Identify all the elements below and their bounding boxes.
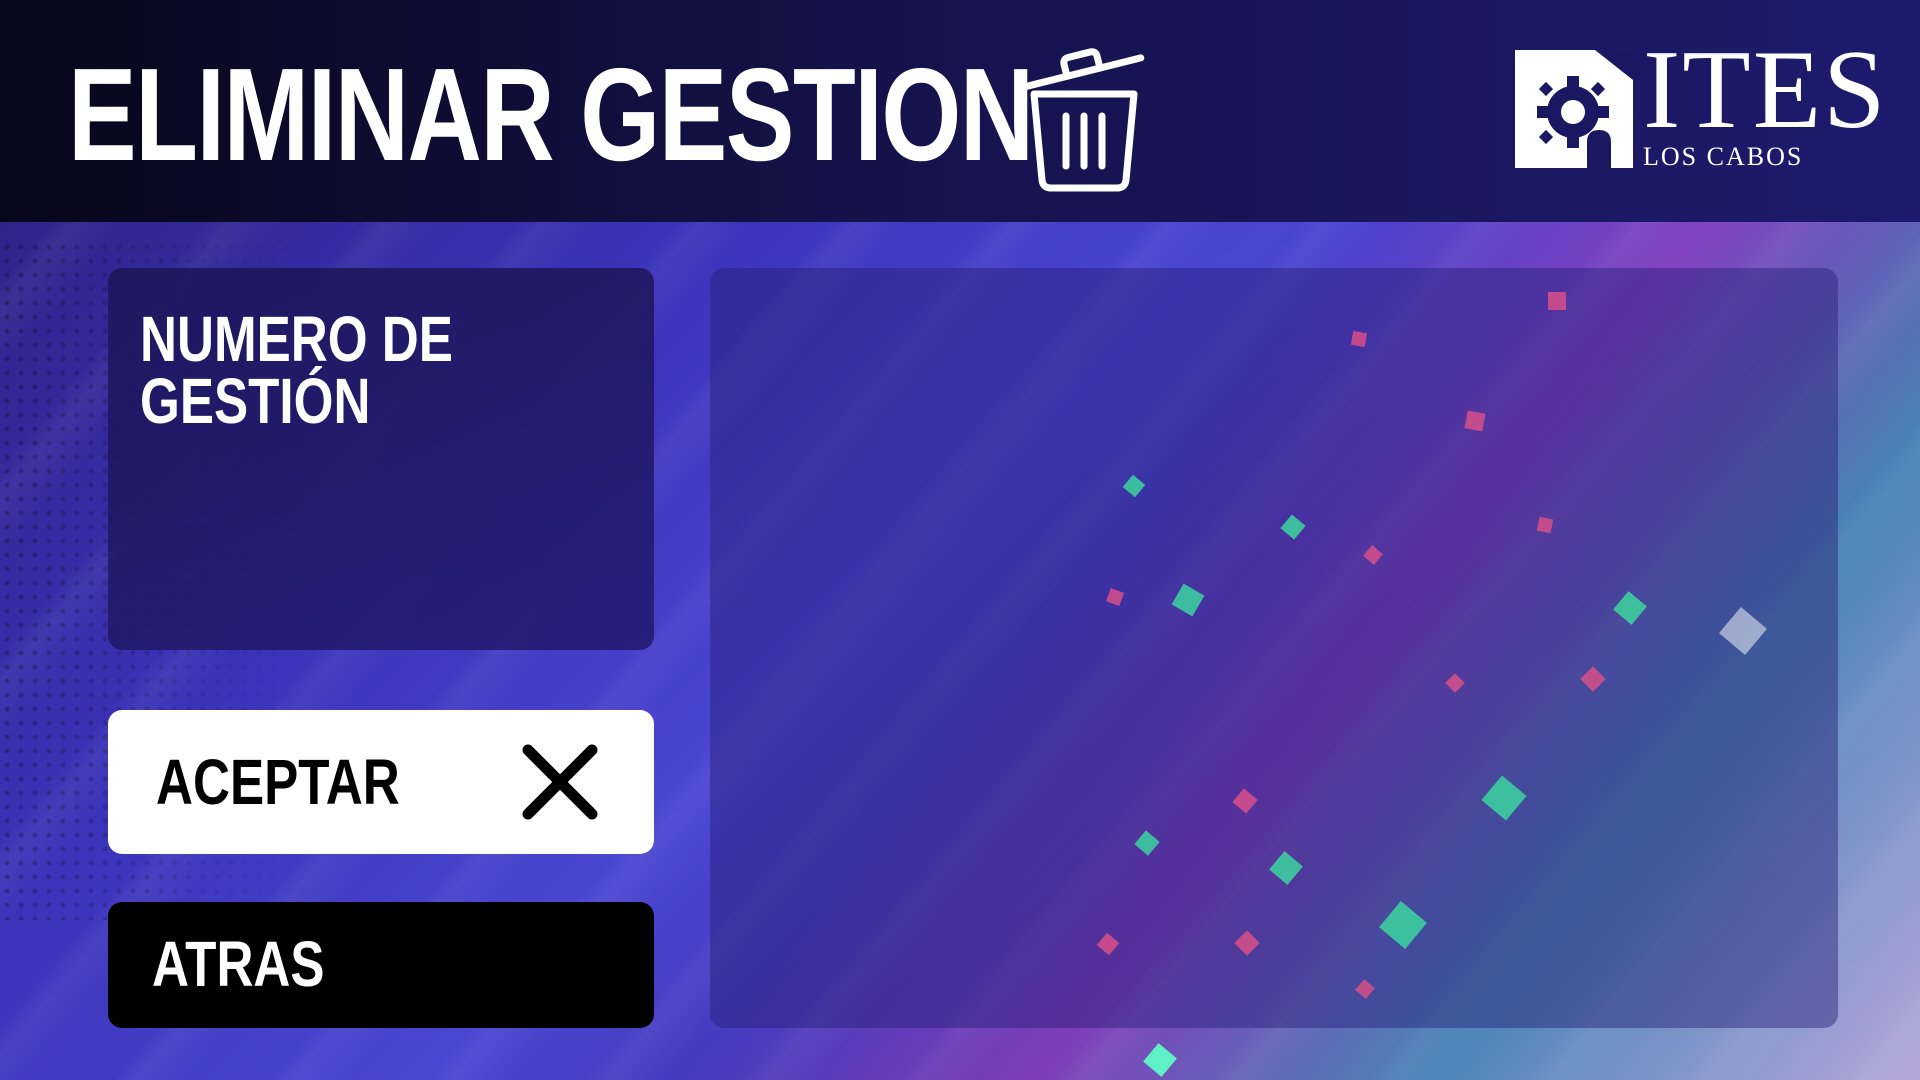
logo-subtitle: LOS CABOS: [1643, 142, 1804, 171]
gear-emblem-icon: [1515, 50, 1633, 168]
logo-name: ITES: [1643, 28, 1888, 152]
header-bar: ELIMINAR GESTION ITES LOS CABOS: [0, 0, 1920, 222]
accept-button[interactable]: ACEPTAR: [108, 710, 654, 854]
ites-logo: ITES LOS CABOS: [1515, 34, 1885, 171]
close-icon: [522, 744, 598, 820]
confetti-decoration: [1096, 292, 1767, 999]
trash-icon: [1022, 48, 1145, 192]
accept-button-label: ACEPTAR: [156, 746, 400, 818]
results-panel: [710, 268, 1838, 1028]
back-button[interactable]: ATRAS: [108, 902, 654, 1028]
gestion-number-panel: NUMERO DE GESTIÓN: [108, 268, 654, 650]
back-button-label: ATRAS: [152, 928, 325, 1000]
page-title: ELIMINAR GESTION: [68, 41, 1034, 188]
confetti-piece: [1143, 1043, 1177, 1077]
gestion-number-label: NUMERO DE GESTIÓN: [140, 303, 453, 437]
